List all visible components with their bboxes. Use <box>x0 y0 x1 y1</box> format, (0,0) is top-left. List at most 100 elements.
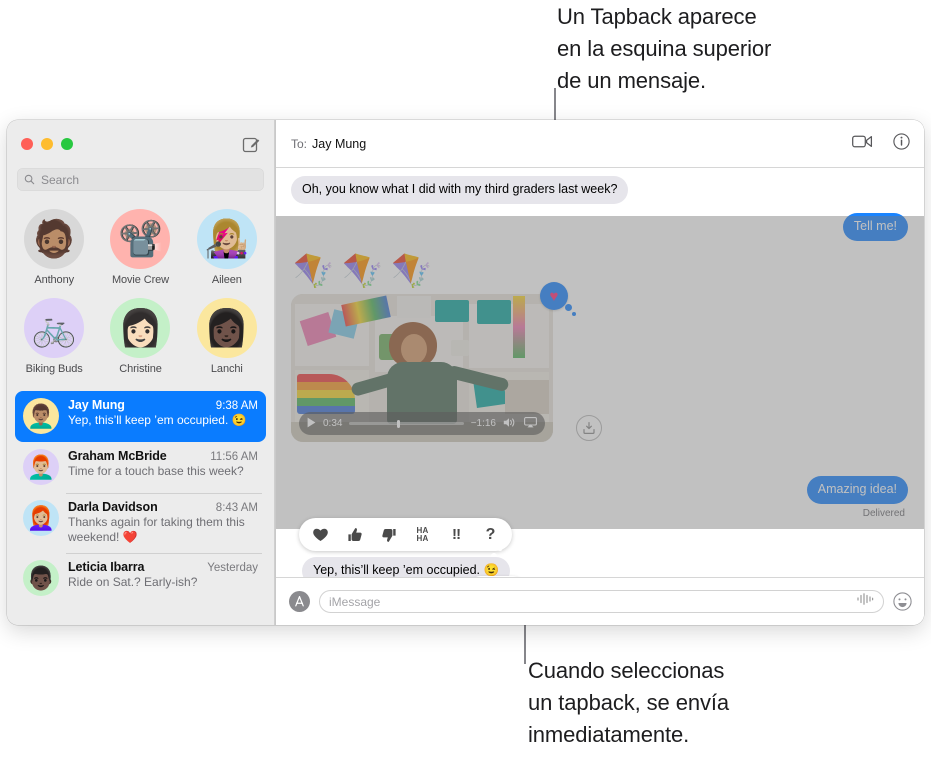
conversation-time: 9:38 AM <box>215 400 258 412</box>
close-button[interactable] <box>21 138 33 150</box>
app-store-icon[interactable] <box>289 591 310 612</box>
avatar: 👩🏿 <box>196 298 257 358</box>
compose-bar: iMessage <box>275 577 924 625</box>
avatar: 📽️ <box>110 209 171 269</box>
window-traffic-lights <box>21 138 73 150</box>
heart-tapback-badge[interactable]: ♥ <box>540 282 576 316</box>
tapback-option-question[interactable]: ? <box>481 524 500 546</box>
video-elapsed-time: 0:34 <box>323 418 343 429</box>
conversation-row-graham-mcbride[interactable]: 👨🏼‍🦰 Graham McBride 11:56 AM Time for a … <box>15 442 266 493</box>
tapback-option-thumbs-down[interactable] <box>379 524 398 546</box>
emoji-smiley-icon[interactable] <box>893 592 912 611</box>
message-bubble-amazing-idea[interactable]: Amazing idea! <box>806 476 908 504</box>
video-remaining-time: −1:16 <box>470 418 496 429</box>
video-thumbnail[interactable]: 0:34 −1:16 <box>291 294 553 442</box>
conversation-name: Darla Davidson <box>68 500 158 514</box>
conversation-preview: Time for a touch base this week? <box>68 464 244 478</box>
popover-tail-dot-small <box>498 547 502 551</box>
kite-emoji-message[interactable]: 🪁🪁🪁 <box>291 250 908 293</box>
avatar: 👨🏿 <box>23 560 59 596</box>
tapback-option-exclamation[interactable]: ‼ <box>447 524 466 546</box>
video-controls: 0:34 −1:16 <box>299 412 545 435</box>
avatar: 👩🏼‍🎤 <box>196 209 257 269</box>
pinned-item-label: Anthony <box>34 274 74 286</box>
pinned-item-christine[interactable]: 👩🏻 Christine <box>97 296 183 383</box>
volume-icon[interactable] <box>503 417 517 431</box>
conversation-avatar-emoji: 👨🏽‍🦱 <box>26 402 56 429</box>
search-icon <box>24 174 35 185</box>
conversation-time: Yesterday <box>207 562 258 574</box>
pinned-avatar-emoji: 📽️ <box>118 218 163 259</box>
pinned-avatar-emoji: 🧔🏽 <box>31 218 77 259</box>
pinned-item-label: Movie Crew <box>111 274 170 286</box>
message-thread: Oh, you know what I did with my third gr… <box>275 168 924 577</box>
pinned-avatar-emoji: 👩🏻 <box>118 307 163 348</box>
pinned-item-movie-crew[interactable]: 📽️ Movie Crew <box>97 207 183 294</box>
conversation-name: Graham McBride <box>68 449 167 463</box>
imessage-input[interactable]: iMessage <box>319 590 884 613</box>
conversation-avatar-emoji: 👩🏼‍🦰 <box>26 504 56 531</box>
conversation-list: 👨🏽‍🦱 Jay Mung 9:38 AM Yep, this’ll keep … <box>7 387 274 625</box>
callout-bottom-text: Cuando seleccionas un tapback, se envía … <box>528 658 730 747</box>
info-icon[interactable] <box>893 132 910 155</box>
download-icon[interactable] <box>576 415 602 441</box>
conversation-preview: Thanks again for taking them this weeken… <box>68 515 245 544</box>
callout-top-text: Un Tapback aparece en la esquina superio… <box>557 4 772 93</box>
pinned-item-label: Aileen <box>211 274 242 286</box>
pinned-item-anthony[interactable]: 🧔🏽 Anthony <box>11 207 97 294</box>
conversation-preview: Yep, this’ll keep ’em occupied. 😉 <box>68 413 247 427</box>
conversation-preview: Ride on Sat.? Early-ish? <box>68 575 198 589</box>
sidebar-titlebar <box>7 120 274 168</box>
zoom-button[interactable] <box>61 138 73 150</box>
pinned-item-biking-buds[interactable]: 🚲 Biking Buds <box>11 296 97 383</box>
recipient-name[interactable]: Jay Mung <box>312 137 366 151</box>
sidebar: Search 🧔🏽 Anthony 📽️ Movie Crew <box>7 120 275 625</box>
conversation-row-jay-mung[interactable]: 👨🏽‍🦱 Jay Mung 9:38 AM Yep, this’ll keep … <box>15 391 266 442</box>
tapback-option-haha[interactable]: HA HA <box>413 524 432 546</box>
tapback-option-thumbs-up[interactable] <box>345 524 364 546</box>
tapback-option-heart[interactable] <box>311 524 330 546</box>
to-label: To: <box>291 136 308 151</box>
avatar: 🧔🏽 <box>24 209 85 269</box>
conversation-time: 8:43 AM <box>215 502 258 514</box>
search-input[interactable]: Search <box>17 168 264 191</box>
pinned-item-lanchi[interactable]: 👩🏿 Lanchi <box>184 296 270 383</box>
scrubber-knob[interactable] <box>397 419 401 428</box>
conversation-avatar-emoji: 👨🏿 <box>26 564 56 591</box>
header-actions <box>852 132 910 155</box>
pinned-avatar-emoji: 👩🏼‍🎤 <box>204 218 250 259</box>
message-bubble-incoming[interactable]: Oh, you know what I did with my third gr… <box>291 176 629 204</box>
pane-divider[interactable] <box>275 120 276 625</box>
avatar: 👩🏼‍🦰 <box>23 500 59 536</box>
focused-message-bubble[interactable]: Yep, this’ll keep ’em occupied. 😉 <box>302 557 511 577</box>
pinned-avatar-emoji: 👩🏿 <box>204 307 250 348</box>
imessage-placeholder: iMessage <box>329 594 381 609</box>
avatar: 👨🏼‍🦰 <box>23 449 59 485</box>
minimize-button[interactable] <box>41 138 53 150</box>
airplay-icon[interactable] <box>524 416 537 431</box>
audio-waveform-icon[interactable] <box>856 592 874 611</box>
conversation-name: Jay Mung <box>68 398 125 412</box>
search-placeholder: Search <box>41 172 80 187</box>
tapback-options-bar: HA HA ‼ ? <box>299 518 512 551</box>
play-icon[interactable] <box>307 417 316 431</box>
pinned-item-label: Biking Buds <box>25 363 83 375</box>
pinned-conversations: 🧔🏽 Anthony 📽️ Movie Crew 👩🏼‍🎤 Aileen <box>7 199 274 387</box>
conversation-name: Leticia Ibarra <box>68 560 145 574</box>
conversation-row-leticia-ibarra[interactable]: 👨🏿 Leticia Ibarra Yesterday Ride on Sat.… <box>15 553 266 604</box>
video-scrubber[interactable] <box>349 419 464 428</box>
message-row-amazing-idea: Amazing idea! <box>291 476 908 504</box>
conversation-avatar-emoji: 👨🏼‍🦰 <box>26 453 56 480</box>
avatar: 👩🏻 <box>110 298 171 358</box>
compose-icon[interactable] <box>241 134 261 154</box>
pinned-item-aileen[interactable]: 👩🏼‍🎤 Aileen <box>184 207 270 294</box>
message-row-incoming: Oh, you know what I did with my third gr… <box>291 176 908 204</box>
heart-icon: ♥ <box>549 287 559 305</box>
facetime-video-icon[interactable] <box>852 134 873 154</box>
screenshot-root: Un Tapback aparece en la esquina superio… <box>0 0 931 761</box>
pinned-item-label: Lanchi <box>210 363 243 375</box>
message-bubble-outgoing[interactable]: Tell me! <box>842 213 908 241</box>
conversation-row-darla-davidson[interactable]: 👩🏼‍🦰 Darla Davidson 8:43 AM Thanks again… <box>15 493 266 553</box>
messages-window: Search 🧔🏽 Anthony 📽️ Movie Crew <box>7 120 924 625</box>
chat-header: To: Jay Mung <box>275 120 924 168</box>
